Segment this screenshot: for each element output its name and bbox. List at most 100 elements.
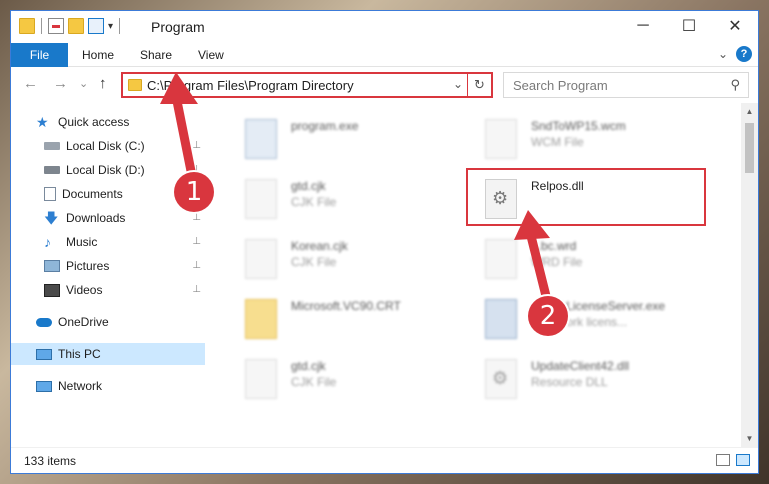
file-item[interactable]: Korean.cjk CJK File xyxy=(217,233,457,287)
sidebar-item-label: OneDrive xyxy=(58,315,109,329)
sidebar-item-label: This PC xyxy=(58,347,101,361)
file-item[interactable]: SndToWP15.wcm WCM File xyxy=(457,113,697,167)
sidebar-item-downloads[interactable]: 🡇 Downloads ⊥ xyxy=(11,207,205,229)
file-item[interactable]: Microsoft.VC90.CRT xyxy=(217,293,457,347)
sidebar-item-pictures[interactable]: Pictures ⊥ xyxy=(11,255,205,277)
scroll-down-icon[interactable]: ▼ xyxy=(741,430,758,447)
maximize-button[interactable]: ☐ xyxy=(666,11,712,41)
properties-icon[interactable] xyxy=(48,18,64,34)
pin-icon[interactable]: ⊥ xyxy=(192,260,201,271)
forward-button[interactable]: → xyxy=(53,75,68,92)
this-pc-icon xyxy=(36,348,52,360)
sidebar-item-label: Music xyxy=(66,235,98,249)
qat-dropdown-icon[interactable]: ▾ xyxy=(108,21,113,32)
folder-icon xyxy=(245,299,277,339)
address-dropdown-icon[interactable]: ⌄ xyxy=(453,77,463,91)
file-icon xyxy=(245,359,277,399)
search-icon[interactable]: ⚲ xyxy=(730,77,740,93)
exe-icon xyxy=(245,119,277,159)
music-icon: ♪ xyxy=(44,234,51,250)
file-name: SndToWP15.wcm xyxy=(531,119,626,133)
sidebar-item-label: Documents xyxy=(62,187,123,201)
videos-icon xyxy=(44,283,60,297)
vertical-scrollbar[interactable]: ▲ ▼ xyxy=(741,103,758,447)
ribbon-collapse-icon[interactable]: ⌄ xyxy=(718,47,728,61)
file-name: program.exe xyxy=(291,119,359,133)
back-button[interactable]: ← xyxy=(23,75,38,92)
pin-icon[interactable]: ⊥ xyxy=(192,284,201,295)
file-item[interactable]: ...bc.wrd WRD File xyxy=(457,233,697,287)
new-folder-icon[interactable] xyxy=(68,18,84,34)
tab-view[interactable]: View xyxy=(184,43,238,67)
view-options-icon[interactable] xyxy=(88,18,104,34)
file-item[interactable]: gtd.cjk CJK File xyxy=(217,173,457,227)
search-box[interactable]: Search Program ⚲ xyxy=(503,72,749,98)
relpos-dll-highlight-box xyxy=(466,168,706,226)
file-item[interactable]: program.exe xyxy=(217,113,457,167)
quick-access-toolbar: ▾ xyxy=(19,18,122,34)
annotation-badge-1: 1 xyxy=(174,172,214,212)
file-icon xyxy=(245,179,277,219)
network-icon xyxy=(36,380,52,392)
file-icon xyxy=(245,239,277,279)
file-type: Resource DLL xyxy=(531,375,608,389)
sidebar-item-label: Local Disk (C:) xyxy=(66,139,145,153)
help-icon[interactable]: ? xyxy=(736,46,752,62)
sidebar-item-local-disk-c[interactable]: Local Disk (C:) ⊥ xyxy=(11,135,205,157)
gear-icon: ⚙ xyxy=(492,368,509,388)
ribbon-right-controls: ⌄ ? xyxy=(718,46,752,62)
details-view-icon[interactable] xyxy=(716,454,730,466)
tab-file[interactable]: File xyxy=(11,43,68,67)
sidebar-item-music[interactable]: ♪ Music ⊥ xyxy=(11,231,205,253)
downloads-icon: 🡇 xyxy=(44,210,59,226)
window-title: Program xyxy=(151,19,205,35)
up-button[interactable]: ↑ xyxy=(99,75,107,92)
item-count: 133 items xyxy=(24,454,77,468)
sidebar-item-onedrive[interactable]: OneDrive xyxy=(11,311,205,333)
file-type: WCM File xyxy=(531,135,584,149)
scroll-thumb[interactable] xyxy=(745,123,754,173)
pictures-icon xyxy=(44,260,60,272)
drive-icon xyxy=(44,166,60,174)
pin-icon[interactable]: ⊥ xyxy=(192,236,201,247)
explorer-window: ▾ Program ─ ☐ ✕ File Home Share View ⌄ ?… xyxy=(10,10,759,474)
address-path[interactable]: C:\Program Files\Program Directory xyxy=(147,78,354,93)
tab-share[interactable]: Share xyxy=(126,43,186,67)
file-item[interactable]: ...workLicenseServer.exe ...network lice… xyxy=(457,293,697,347)
sidebar-item-quick-access[interactable]: ★ Quick access xyxy=(11,111,205,133)
folder-icon xyxy=(19,18,35,34)
file-name: Korean.cjk xyxy=(291,239,348,253)
title-bar: ▾ Program ─ ☐ ✕ xyxy=(11,11,758,43)
file-name: gtd.cjk xyxy=(291,359,326,373)
file-name: Microsoft.VC90.CRT xyxy=(291,299,401,313)
file-type: CJK File xyxy=(291,255,337,269)
file-icon xyxy=(485,119,517,159)
large-icons-view-icon[interactable] xyxy=(736,454,750,466)
sidebar-item-label: Local Disk (D:) xyxy=(66,163,145,177)
status-bar: 133 items xyxy=(11,447,758,473)
file-type: CJK File xyxy=(291,375,337,389)
sidebar-item-label: Network xyxy=(58,379,103,393)
sidebar-item-local-disk-d[interactable]: Local Disk (D:) ⊥ xyxy=(11,159,205,181)
scroll-up-icon[interactable]: ▲ xyxy=(741,103,758,120)
annotation-badge-2: 2 xyxy=(528,296,568,336)
file-item[interactable]: ⚙ UpdateClient42.dll Resource DLL xyxy=(457,353,697,407)
pin-icon[interactable]: ⊥ xyxy=(192,140,201,151)
file-name: gtd.cjk xyxy=(291,179,326,193)
pin-icon[interactable]: ⊥ xyxy=(192,212,201,223)
address-bar[interactable]: C:\Program Files\Program Directory ⌄ ↻ xyxy=(121,72,493,98)
tab-home[interactable]: Home xyxy=(68,43,128,67)
recent-locations-button[interactable]: ⌄ xyxy=(79,77,88,90)
sidebar-item-this-pc[interactable]: This PC xyxy=(11,343,205,365)
folder-icon xyxy=(128,79,142,91)
sidebar-item-videos[interactable]: Videos ⊥ xyxy=(11,279,205,301)
sidebar-item-network[interactable]: Network xyxy=(11,375,205,397)
minimize-button[interactable]: ─ xyxy=(620,11,666,41)
documents-icon xyxy=(44,187,56,201)
qat-separator-2 xyxy=(119,18,121,34)
close-button[interactable]: ✕ xyxy=(712,11,758,41)
file-item[interactable]: gtd.cjk CJK File xyxy=(217,353,457,407)
window-controls: ─ ☐ ✕ xyxy=(620,11,758,41)
refresh-button[interactable]: ↻ xyxy=(467,74,491,96)
file-list: program.exe SndToWP15.wcm WCM File gtd.c… xyxy=(207,103,743,447)
